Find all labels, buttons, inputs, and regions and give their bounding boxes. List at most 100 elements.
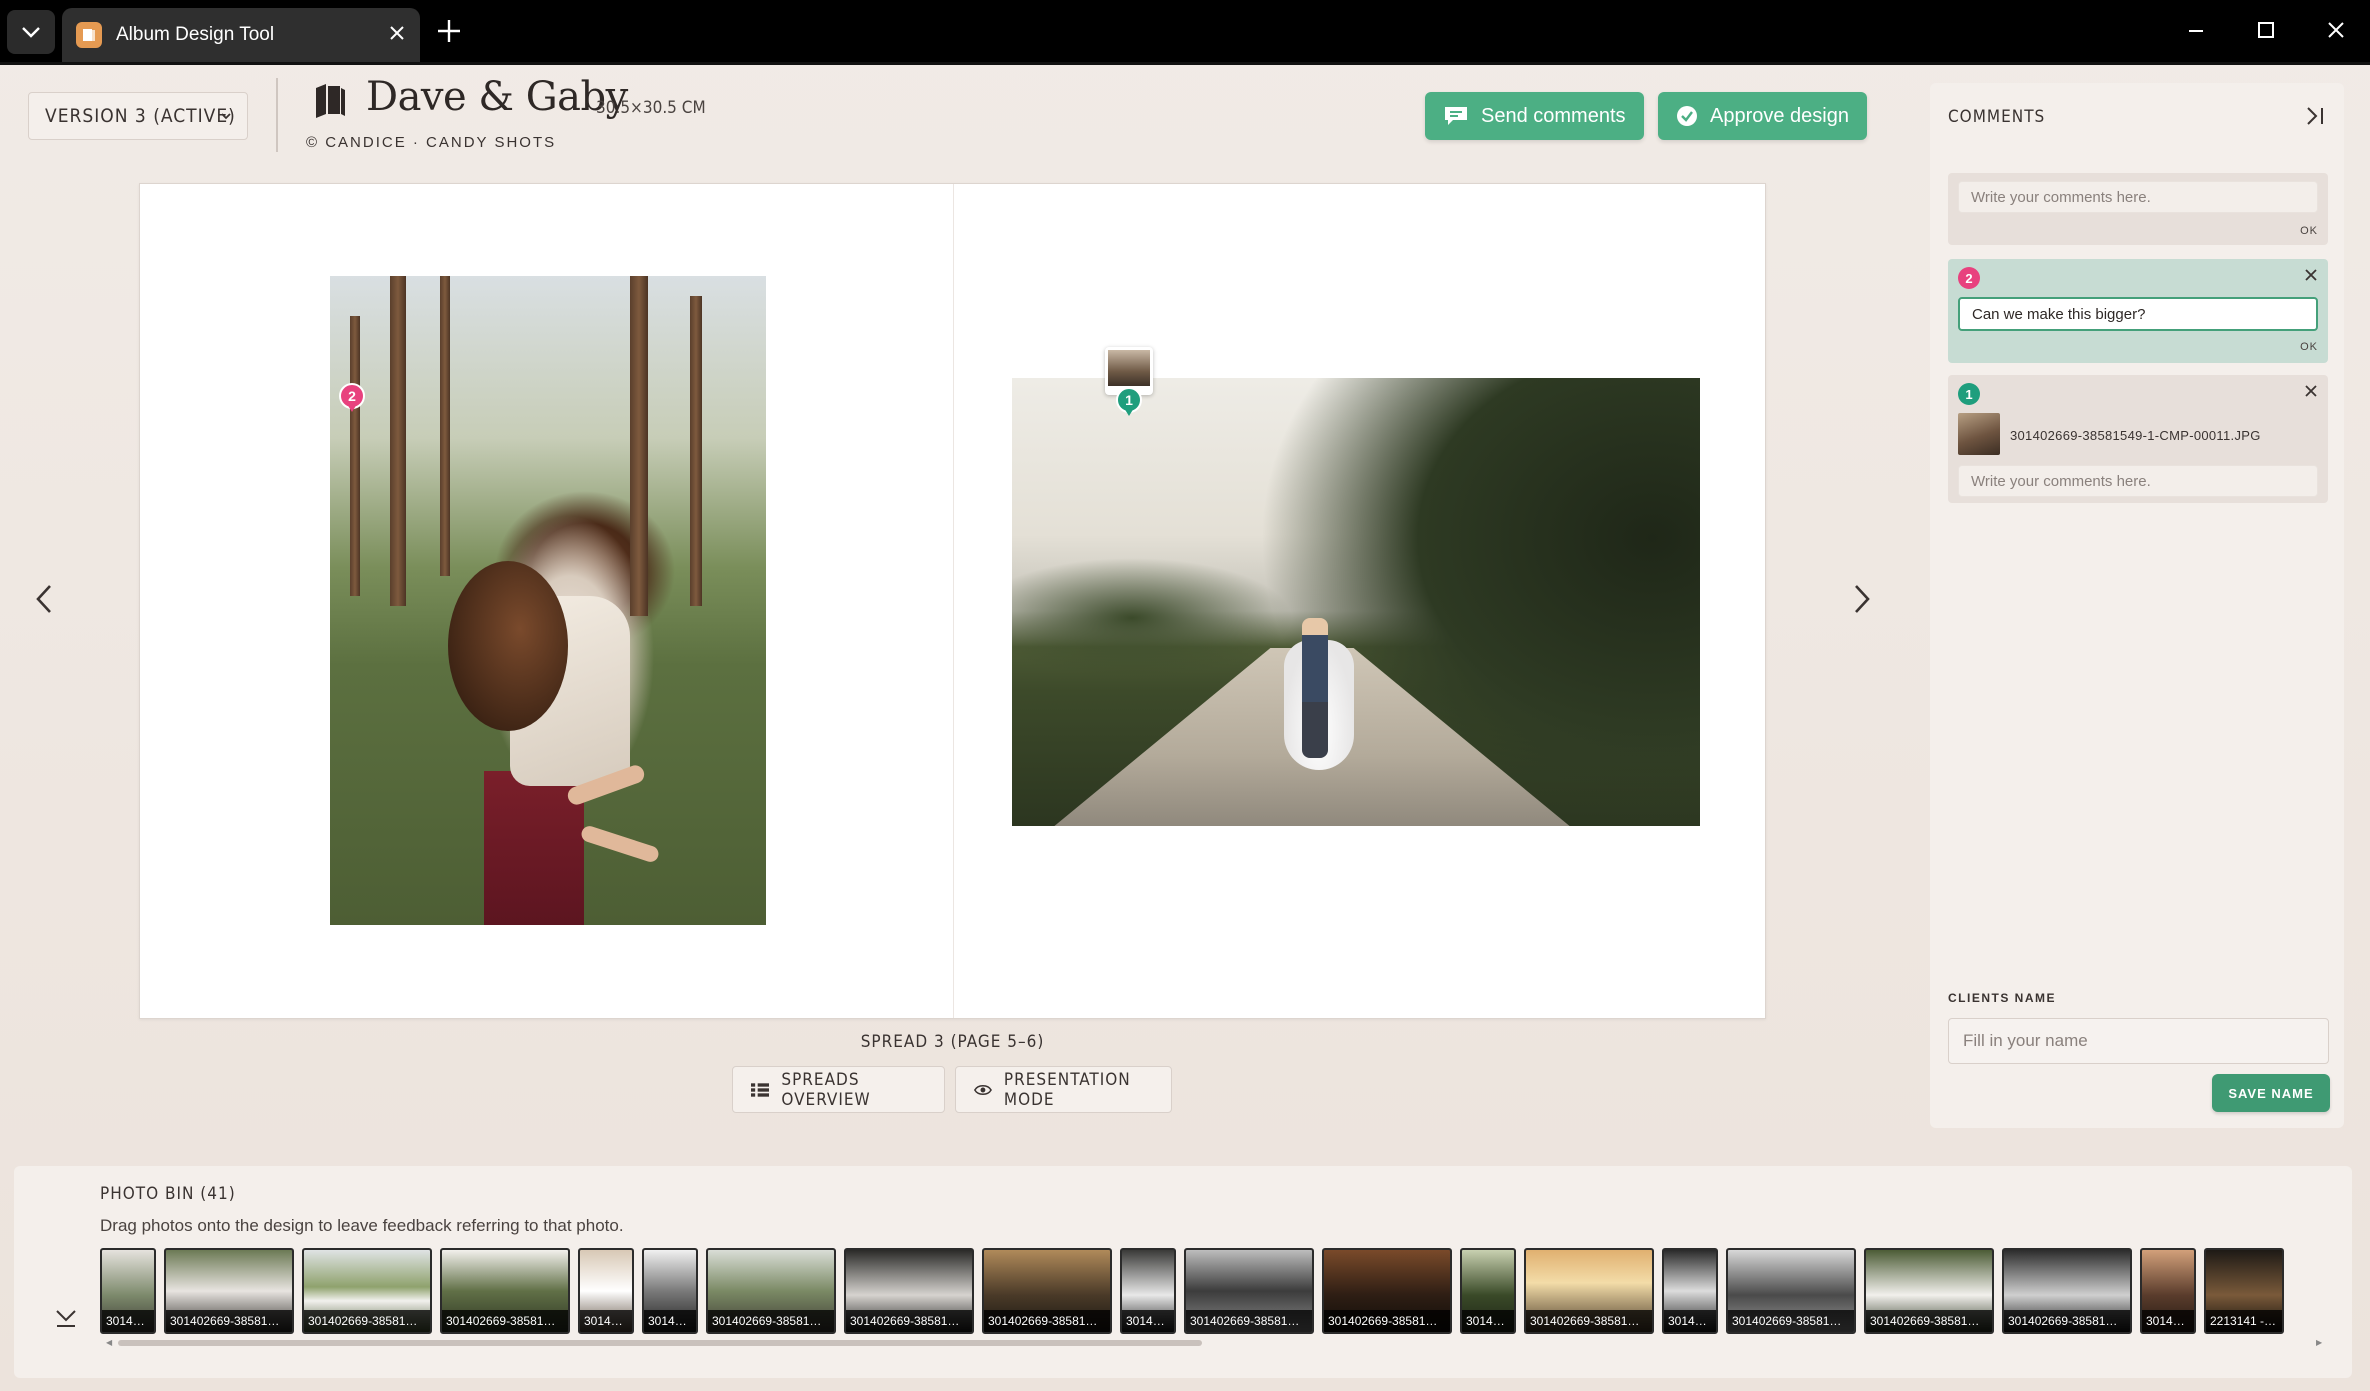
spreads-overview-label: SPREADS OVERVIEW [781,1069,871,1110]
photo-bin-thumbnail[interactable]: 301402669-38581… [302,1248,432,1334]
photo-bin-thumbnail[interactable]: 30140… [100,1248,156,1334]
new-tab-icon[interactable] [436,18,462,44]
version-select-label: VERSION 3 (ACTIVE) [45,105,236,127]
photo-bin-thumbnail[interactable]: 301402669-38581… [1726,1248,1856,1334]
photo-bin-thumbnail[interactable]: 2213141 - 10 [2204,1248,2284,1334]
photo-bin-thumbnail[interactable]: 30140… [642,1248,698,1334]
chevron-down-icon [22,27,40,38]
photo-bin-thumbnail[interactable]: 301402669-38581… [2002,1248,2132,1334]
comment-text-input[interactable]: Can we make this bigger? [1958,297,2318,331]
comment-number-badge: 2 [1958,267,1980,289]
photo-bin-thumbnail-caption: 301402669-38581… [846,1310,972,1332]
presentation-mode-button[interactable]: PRESENTATION MODE [955,1066,1172,1113]
photo-bin: PHOTO BIN (41) Drag photos onto the desi… [14,1166,2352,1378]
spread-photo-left[interactable] [330,276,766,925]
comments-title: COMMENTS [1948,107,2046,127]
album-book-icon [316,84,345,118]
photo-bin-thumbnail-caption: 30140… [1462,1310,1514,1332]
photo-bin-thumbnail[interactable]: 301402669-38581… [1864,1248,1994,1334]
comment-pin-1[interactable]: 1 [1116,387,1142,419]
spread-label: SPREAD 3 (PAGE 5–6) [860,1032,1045,1052]
photo-bin-thumbnail-caption: 301402669-38581… [304,1310,430,1332]
photo-bin-thumbnail-caption: 30140… [1122,1310,1174,1332]
photo-bin-subtitle: Drag photos onto the design to leave fee… [100,1216,624,1235]
approve-design-button[interactable]: Approve design [1658,92,1867,140]
photo-bin-thumbnail[interactable]: 301402669-38581… [1322,1248,1452,1334]
collapse-bin-icon[interactable] [54,1308,78,1328]
delete-comment-icon[interactable] [2304,268,2318,282]
spread-photo-right[interactable] [1012,378,1700,826]
clients-name-label: CLIENTS NAME [1948,991,2056,1005]
photo-bin-thumbnail[interactable]: 30140… [1662,1248,1718,1334]
photo-bin-thumbnail-caption: 301402669-38581… [984,1310,1110,1332]
next-spread-icon[interactable] [1852,582,1872,616]
album-credit: © CANDICE · CANDY SHOTS [306,134,557,151]
chevron-down-icon [221,113,231,120]
tab-list-button[interactable] [7,10,55,54]
maximize-icon[interactable] [2256,20,2276,40]
photo-bin-scrollbar[interactable] [118,1340,1202,1346]
presentation-mode-label: PRESENTATION MODE [1003,1069,1131,1110]
photo-bin-thumbnail-caption: 301402669-38581… [1866,1310,1992,1332]
photo-bin-strip[interactable]: 30140… 301402669-38581… 301402669-38581… 30… [100,1248,2328,1338]
check-circle-icon [1677,106,1697,126]
photo-bin-thumbnail-caption: 301402669-38581… [1324,1310,1450,1332]
scroll-right-icon[interactable]: ▶ [2316,1338,2322,1347]
photo-bin-thumbnail-caption: 301402669-38581… [442,1310,568,1332]
photo-bin-thumbnail-caption: 2213141 - 10 [2206,1310,2282,1332]
comment-pin-2[interactable]: 2 [339,383,365,415]
version-select[interactable]: VERSION 3 (ACTIVE) [28,92,248,140]
comment-card-2: 2 Can we make this bigger? OK [1948,259,2328,363]
send-comments-label: Send comments [1481,104,1626,127]
new-comment-ok-button[interactable]: OK [2300,225,2318,237]
photo-bin-thumbnail[interactable]: 30140… [1120,1248,1176,1334]
comment-icon [1445,107,1467,125]
tab-title: Album Design Tool [116,24,275,45]
photo-bin-thumbnail[interactable]: 301402669-38581… [1524,1248,1654,1334]
approve-design-label: Approve design [1710,104,1849,127]
album-spread: 2 1 [139,183,1766,1019]
photo-bin-thumbnail-caption: 301402669-38581… [2004,1310,2130,1332]
photo-bin-thumbnail[interactable]: 301402669-38581… [844,1248,974,1334]
close-tab-icon[interactable] [388,24,406,42]
chrome-border [0,62,2370,65]
photo-bin-thumbnail-caption: 301402669-38581… [708,1310,834,1332]
photo-bin-thumbnail[interactable]: 30140… [578,1248,634,1334]
photo-bin-thumbnail[interactable]: 301402669-38581… [1184,1248,1314,1334]
scroll-left-icon[interactable]: ◀ [106,1338,112,1347]
browser-chrome: Album Design Tool [0,0,2370,64]
save-name-button[interactable]: SAVE NAME [2212,1074,2330,1112]
attached-photo-thumbnail [1958,413,2000,455]
previous-spread-icon[interactable] [34,582,54,616]
photo-bin-thumbnail[interactable]: 301402669-38581… [706,1248,836,1334]
photo-bin-thumbnail-caption: 301402669-38581… [1186,1310,1312,1332]
comments-panel: COMMENTS Write your comments here. OK 2 … [1930,83,2344,1128]
minimize-icon[interactable] [2186,20,2206,40]
spreads-overview-button[interactable]: SPREADS OVERVIEW [732,1066,945,1113]
photo-bin-thumbnail[interactable]: 30140… [1460,1248,1516,1334]
photo-bin-thumbnail[interactable]: 301402669-38581… [164,1248,294,1334]
browser-tab[interactable]: Album Design Tool [62,8,420,62]
clients-name-input[interactable]: Fill in your name [1948,1018,2329,1064]
collapse-panel-icon[interactable] [2304,105,2326,127]
comment-ok-button[interactable]: OK [2300,341,2318,353]
new-comment-input[interactable]: Write your comments here. [1958,181,2318,213]
delete-comment-icon[interactable] [2304,384,2318,398]
photo-bin-thumbnail-caption: 301402669-38581… [1526,1310,1652,1332]
comment-card-1: 1 301402669-38581549-1-CMP-00011.JPG Wri… [1948,375,2328,503]
new-comment-card: Write your comments here. OK [1948,173,2328,245]
comment-number-badge: 1 [1958,383,1980,405]
photo-bin-thumbnail[interactable]: 301402669-38581… [440,1248,570,1334]
send-comments-button[interactable]: Send comments [1425,92,1644,140]
app-favicon-icon [76,22,102,48]
photo-bin-thumbnail-caption: 30140… [1664,1310,1716,1332]
header-divider [276,78,278,152]
photo-bin-thumbnail[interactable]: 301402669-38581… [982,1248,1112,1334]
close-window-icon[interactable] [2326,20,2346,40]
eye-icon [974,1084,992,1095]
spread-gutter [953,184,954,1018]
photo-bin-title: PHOTO BIN (41) [100,1184,236,1204]
album-title: Dave & Gaby [366,74,628,120]
comment-text-input[interactable]: Write your comments here. [1958,465,2318,497]
photo-bin-thumbnail[interactable]: 30140… [2140,1248,2196,1334]
